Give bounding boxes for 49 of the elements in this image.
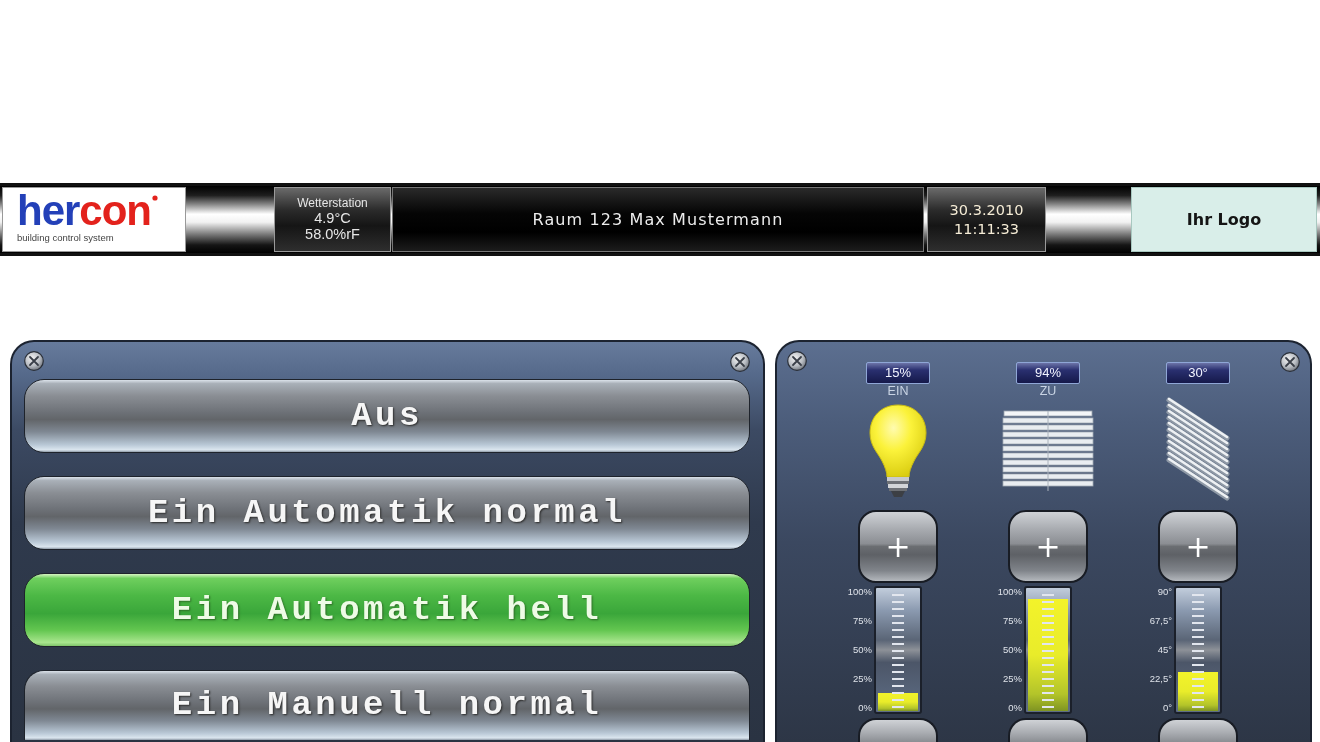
lower-button[interactable]: [1158, 718, 1238, 742]
state-label: EIN: [887, 384, 909, 398]
scale-label: 22,5°: [1149, 673, 1172, 685]
scale-label: 75%: [853, 615, 872, 627]
scale-label: 0%: [1008, 702, 1022, 714]
weather-station-label: Wetterstation: [297, 196, 368, 210]
scale-label: 75%: [1003, 615, 1022, 627]
mode-button[interactable]: Aus: [24, 379, 750, 453]
gauge-track[interactable]: [1024, 586, 1072, 714]
scale-label: 0%: [858, 702, 872, 714]
scale-label: 50%: [853, 644, 872, 656]
plus-button[interactable]: +: [1158, 510, 1238, 583]
plus-button[interactable]: +: [1008, 510, 1088, 583]
gauge-track[interactable]: [874, 586, 922, 714]
x-circle-icon: [787, 351, 807, 371]
scale-label: 67,5°: [1149, 615, 1172, 627]
time-text: 11:11:33: [953, 219, 1020, 239]
x-circle-icon: [1280, 352, 1300, 372]
trademark-dot-icon: [152, 195, 159, 201]
x-circle-icon: [24, 351, 44, 371]
value-display: 15%: [866, 362, 930, 384]
scale-label: 50%: [1003, 644, 1022, 656]
brand-wordmark: hercon: [17, 192, 152, 230]
scale-label: 25%: [853, 673, 872, 685]
light-bulb-icon: [867, 403, 929, 499]
temperature-value: 4.9°C: [314, 210, 351, 227]
value-display: 94%: [1016, 362, 1080, 384]
scale-label: 100%: [997, 586, 1022, 598]
humidity-value: 58.0%rF: [305, 226, 360, 243]
scale-label: 0°: [1162, 702, 1172, 714]
scale-label: 100%: [847, 586, 872, 598]
x-circle-icon: [730, 352, 750, 372]
blinds-icon: [1002, 409, 1094, 493]
mode-button[interactable]: Ein Manuell normal: [24, 670, 750, 740]
scale-label: 90°: [1157, 586, 1172, 598]
customer-logo-area: Ihr Logo: [1131, 187, 1317, 252]
lower-button[interactable]: [1008, 718, 1088, 742]
plus-button[interactable]: +: [858, 510, 938, 583]
scale-label: 45°: [1157, 644, 1172, 656]
lower-button[interactable]: [858, 718, 938, 742]
gauge-track[interactable]: [1174, 586, 1222, 714]
mode-button[interactable]: Ein Automatik hell: [24, 573, 750, 647]
room-title: Raum 123 Max Mustermann: [532, 208, 784, 231]
state-label: ZU: [1039, 384, 1057, 398]
logo-tagline: building control system: [17, 232, 115, 244]
scale-label: 25%: [1003, 673, 1022, 685]
mode-button[interactable]: Ein Automatik normal: [24, 476, 750, 550]
value-display: 30°: [1166, 362, 1230, 384]
date-text: 30.3.2010: [949, 200, 1024, 220]
